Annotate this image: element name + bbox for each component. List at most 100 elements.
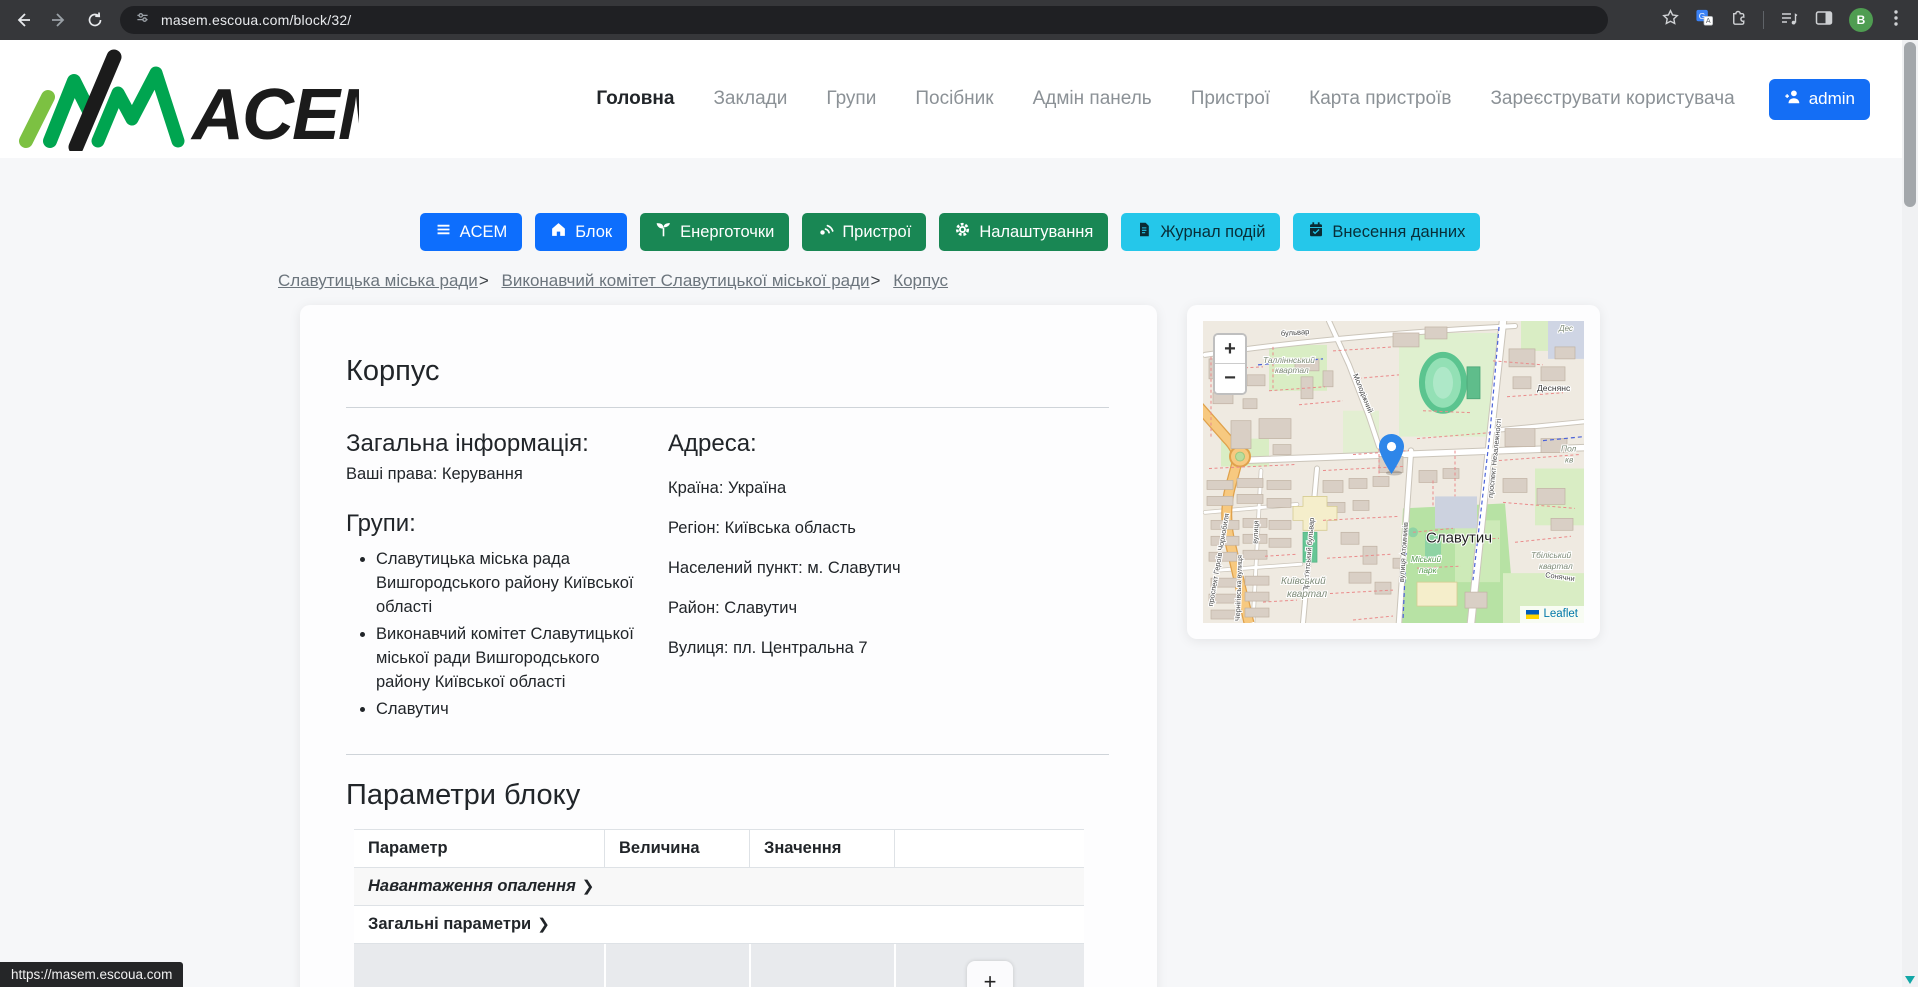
col-parametr: Параметр xyxy=(354,829,604,868)
breadcrumb-link-komitet[interactable]: Виконавчий комітет Славутицької міської … xyxy=(501,271,869,290)
user-rights: Ваші права: Керування xyxy=(346,465,668,484)
map-zoom-out-button[interactable]: − xyxy=(1215,364,1245,393)
forward-icon[interactable] xyxy=(46,7,72,33)
url-bar[interactable]: masem.escoua.com/block/32/ xyxy=(120,6,1608,34)
status-bar-url: https://masem.escoua.com xyxy=(0,962,183,987)
energy-points-button[interactable]: Енерготочки xyxy=(640,213,789,251)
nav-admin-panel[interactable]: Адмін панель xyxy=(1033,88,1152,110)
file-icon xyxy=(1136,221,1152,243)
menu-icon xyxy=(435,221,452,243)
site-header: ACEM Головна Заклади Групи Посібник Адмі… xyxy=(0,40,1918,158)
person-plus-icon xyxy=(1784,88,1802,111)
map-label-pol-quarter: кв xyxy=(1565,455,1574,465)
nav-zaklady[interactable]: Заклади xyxy=(713,88,787,110)
map-zoom-control: + − xyxy=(1213,333,1247,395)
svg-text:A: A xyxy=(1706,17,1711,25)
broadcast-icon xyxy=(817,221,834,243)
event-log-button[interactable]: Журнал подій xyxy=(1121,213,1280,251)
address-heading: Адреса: xyxy=(668,430,1109,458)
add-param-button[interactable]: + xyxy=(967,961,1013,987)
col-velychyna: Величина xyxy=(604,829,749,868)
chrome-menu-icon[interactable] xyxy=(1888,9,1904,32)
translate-icon[interactable]: GA xyxy=(1695,8,1714,32)
page-scrollbar[interactable] xyxy=(1902,40,1918,987)
data-entry-button[interactable]: Внесення данних xyxy=(1293,213,1480,251)
block-toolbar: ACEM Блок Енерготочки Пристрої Налаштува… xyxy=(300,213,1600,251)
logo[interactable]: ACEM xyxy=(14,47,359,151)
calendar-check-icon xyxy=(1308,221,1324,243)
block-button[interactable]: Блок xyxy=(535,213,627,251)
col-empty xyxy=(894,829,1084,868)
chevron-right-icon: ❯ xyxy=(537,916,550,933)
params-table: Параметр Величина Значення Навантаження … xyxy=(354,829,1084,987)
home-icon xyxy=(550,221,567,243)
divider xyxy=(346,754,1109,755)
block-info-card: Корпус Загальна інформація: Ваші права: … xyxy=(300,305,1157,987)
map-marker[interactable] xyxy=(1378,433,1405,476)
chevron-right-icon: ❯ xyxy=(582,878,595,895)
map-label-kyivskyi-quarter: Київський xyxy=(1281,576,1326,587)
settings-button[interactable]: Налаштування xyxy=(939,213,1108,251)
map-label-city-park: парк xyxy=(1419,566,1438,575)
param-row-heating[interactable]: Навантаження опалення❯ xyxy=(354,868,1084,906)
reading-list-icon[interactable] xyxy=(1779,8,1799,33)
group-item: Славутич xyxy=(376,698,651,722)
admin-button[interactable]: admin xyxy=(1769,79,1870,120)
main-nav: Головна Заклади Групи Посібник Адмін пан… xyxy=(596,88,1734,110)
address-street: Вулиця: пл. Центральна 7 xyxy=(668,639,1109,658)
nav-karta-prystroiv[interactable]: Карта пристроїв xyxy=(1309,88,1451,110)
back-icon[interactable] xyxy=(10,7,36,33)
address-region: Регіон: Київська область xyxy=(668,519,1109,538)
group-item: Виконавчий комітет Славутицької міської … xyxy=(376,623,651,695)
breadcrumb-link-rada[interactable]: Славутицька міська ради xyxy=(278,271,478,290)
params-footer-row: + xyxy=(354,944,1084,987)
address-district: Район: Славутич xyxy=(668,599,1109,618)
map-label-kyivskyi-quarter: квартал xyxy=(1287,589,1327,600)
group-item: Славутицька міська рада Вишгородського р… xyxy=(376,548,651,620)
ukraine-flag-icon xyxy=(1526,610,1539,619)
admin-button-label: admin xyxy=(1809,89,1855,109)
address-country: Країна: Україна xyxy=(668,479,1109,498)
leaflet-map[interactable]: Таллiннський квартал бульвар Молодіжний … xyxy=(1203,321,1584,623)
map-label-tallinn-quarter: Таллiннський xyxy=(1263,355,1315,365)
reload-icon[interactable] xyxy=(82,7,108,33)
devices-button[interactable]: Пристрої xyxy=(802,213,926,251)
browser-chrome: masem.escoua.com/block/32/ GA B xyxy=(0,0,1918,40)
chrome-divider xyxy=(1763,11,1764,29)
leaflet-attribution-link[interactable]: Leaflet xyxy=(1543,608,1578,620)
map-label-tbiliskyi-quarter: квартал xyxy=(1539,561,1573,571)
nav-hrupy[interactable]: Групи xyxy=(826,88,876,110)
map-label-city-park: Міський xyxy=(1411,555,1441,564)
side-panel-icon[interactable] xyxy=(1814,8,1834,33)
nav-posibnyk[interactable]: Посібник xyxy=(915,88,993,110)
site-info-icon[interactable] xyxy=(134,9,151,31)
acem-button[interactable]: ACEM xyxy=(420,213,523,251)
map-label-tallinn-quarter: квартал xyxy=(1275,365,1309,375)
bookmark-star-icon[interactable] xyxy=(1661,8,1680,32)
map-label-street: вулиця xyxy=(1251,520,1260,544)
map-attribution: Leaflet xyxy=(1520,606,1584,623)
scrollbar-thumb[interactable] xyxy=(1904,42,1916,207)
map-label-desnianskyi: Деснянс xyxy=(1537,383,1571,393)
block-params-heading: Параметри блоку xyxy=(346,779,1109,812)
breadcrumb-separator: > xyxy=(479,271,489,290)
map-label-desnianskyi-fragment: Дес xyxy=(1558,324,1573,333)
map-zoom-in-button[interactable]: + xyxy=(1215,335,1245,364)
page-title: Корпус xyxy=(346,355,1109,388)
map-label-tbiliskyi-quarter: Тбіліський xyxy=(1531,550,1572,560)
nav-prystroi[interactable]: Пристрої xyxy=(1191,88,1270,110)
nav-holovna[interactable]: Головна xyxy=(596,88,674,110)
groups-heading: Групи: xyxy=(346,510,668,538)
profile-avatar[interactable]: B xyxy=(1849,8,1873,32)
param-row-general[interactable]: Загальні параметри❯ xyxy=(354,906,1084,944)
general-info-heading: Загальна інформація: xyxy=(346,430,668,458)
nav-register-user[interactable]: Зареєструвати користувача xyxy=(1490,88,1734,110)
logo-text: ACEM xyxy=(190,75,359,151)
breadcrumb-link-korpus[interactable]: Корпус xyxy=(893,271,948,290)
breadcrumb: Славутицька міська ради> Виконавчий комі… xyxy=(278,271,1600,291)
groups-list: Славутицька міська рада Вишгородського р… xyxy=(346,548,651,721)
params-header-row: Параметр Величина Значення xyxy=(354,829,1084,868)
extensions-icon[interactable] xyxy=(1729,8,1748,32)
scroll-down-arrow-icon[interactable] xyxy=(1905,976,1915,984)
gear-icon xyxy=(954,221,971,243)
